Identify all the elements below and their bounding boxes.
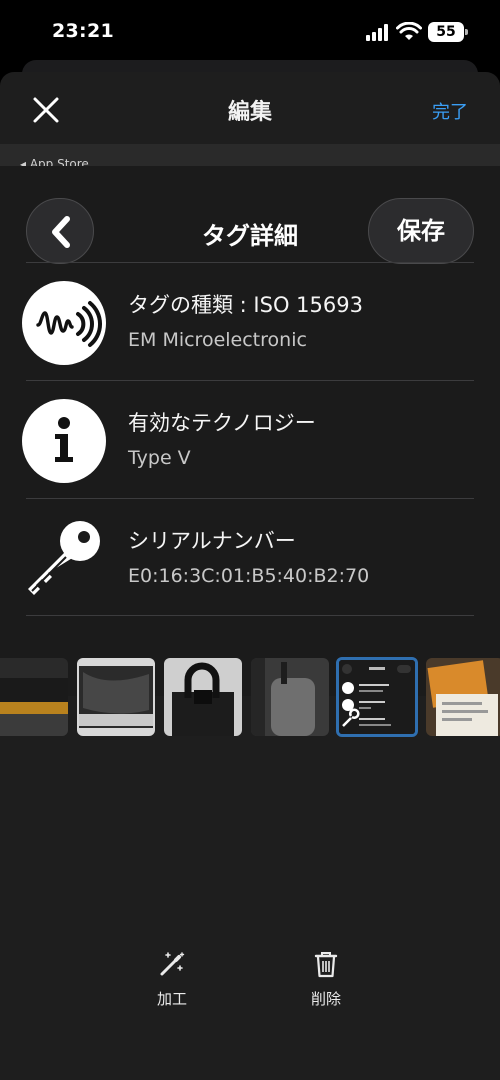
screenshot-preview: ◂ App Store タグ詳細 保存 タグの種類: ISO 15693 EM… xyxy=(0,144,500,696)
thumb-bag-inside[interactable] xyxy=(77,658,155,736)
edit-sheet: 編集 完了 ◂ App Store タグ詳細 保存 タグの種類: ISO 15… xyxy=(0,72,500,1080)
thumb-bag-strap[interactable] xyxy=(0,658,68,736)
magic-wand-icon xyxy=(160,952,185,976)
page-title: 編集 xyxy=(227,100,272,125)
battery-indicator: 55 xyxy=(428,22,468,42)
nfc-wave-icon xyxy=(22,281,106,365)
status-bar: 23:21 55 xyxy=(0,0,500,64)
serial-number-label: シリアルナンバー xyxy=(128,529,296,553)
technology-row: 有効なテクノロジー Type V xyxy=(22,380,474,498)
thumb-tag-detail-screenshot[interactable] xyxy=(336,657,418,737)
done-button[interactable]: 完了 xyxy=(432,98,468,124)
serial-number-value: E0:16:3C:01:B5:40:B2:70 xyxy=(128,565,370,587)
tag-type-value: EM Microelectronic xyxy=(128,329,307,351)
cellular-signal-icon xyxy=(366,23,390,41)
tag-type-row: タグの種類 : ISO 15693 EM Microelectronic xyxy=(22,262,474,380)
technology-value: Type V xyxy=(128,447,191,469)
edit-tool-label: 加工 xyxy=(156,990,187,1008)
status-strip: ◂ App Store xyxy=(0,144,500,168)
delete-button[interactable]: 削除 xyxy=(286,950,366,1010)
technology-label: 有効なテクノロジー xyxy=(128,411,316,435)
save-button[interactable]: 保存 xyxy=(368,198,474,264)
thumb-bag-handle[interactable] xyxy=(164,658,242,736)
serial-number-row: シリアルナンバー E0:16:3C:01:B5:40:B2:70 xyxy=(26,498,474,616)
delete-label: 削除 xyxy=(310,990,341,1008)
status-time: 23:21 xyxy=(52,20,114,42)
edit-nav-bar: 編集 完了 xyxy=(0,72,500,144)
edit-tool-button[interactable]: 加工 xyxy=(132,950,212,1010)
tag-detail-header: タグ詳細 保存 xyxy=(0,166,500,266)
key-icon xyxy=(22,517,106,601)
info-icon xyxy=(22,399,106,483)
wifi-icon xyxy=(396,22,422,40)
photo-thumbnail-strip xyxy=(0,657,500,737)
thumb-bag-tag[interactable] xyxy=(251,658,329,736)
tag-info-list: タグの種類 : ISO 15693 EM Microelectronic 有効な… xyxy=(0,262,500,616)
trash-icon xyxy=(314,952,338,978)
thumb-receipt-box[interactable] xyxy=(426,658,500,736)
tag-type-label: タグの種類 : ISO 15693 xyxy=(128,293,363,317)
